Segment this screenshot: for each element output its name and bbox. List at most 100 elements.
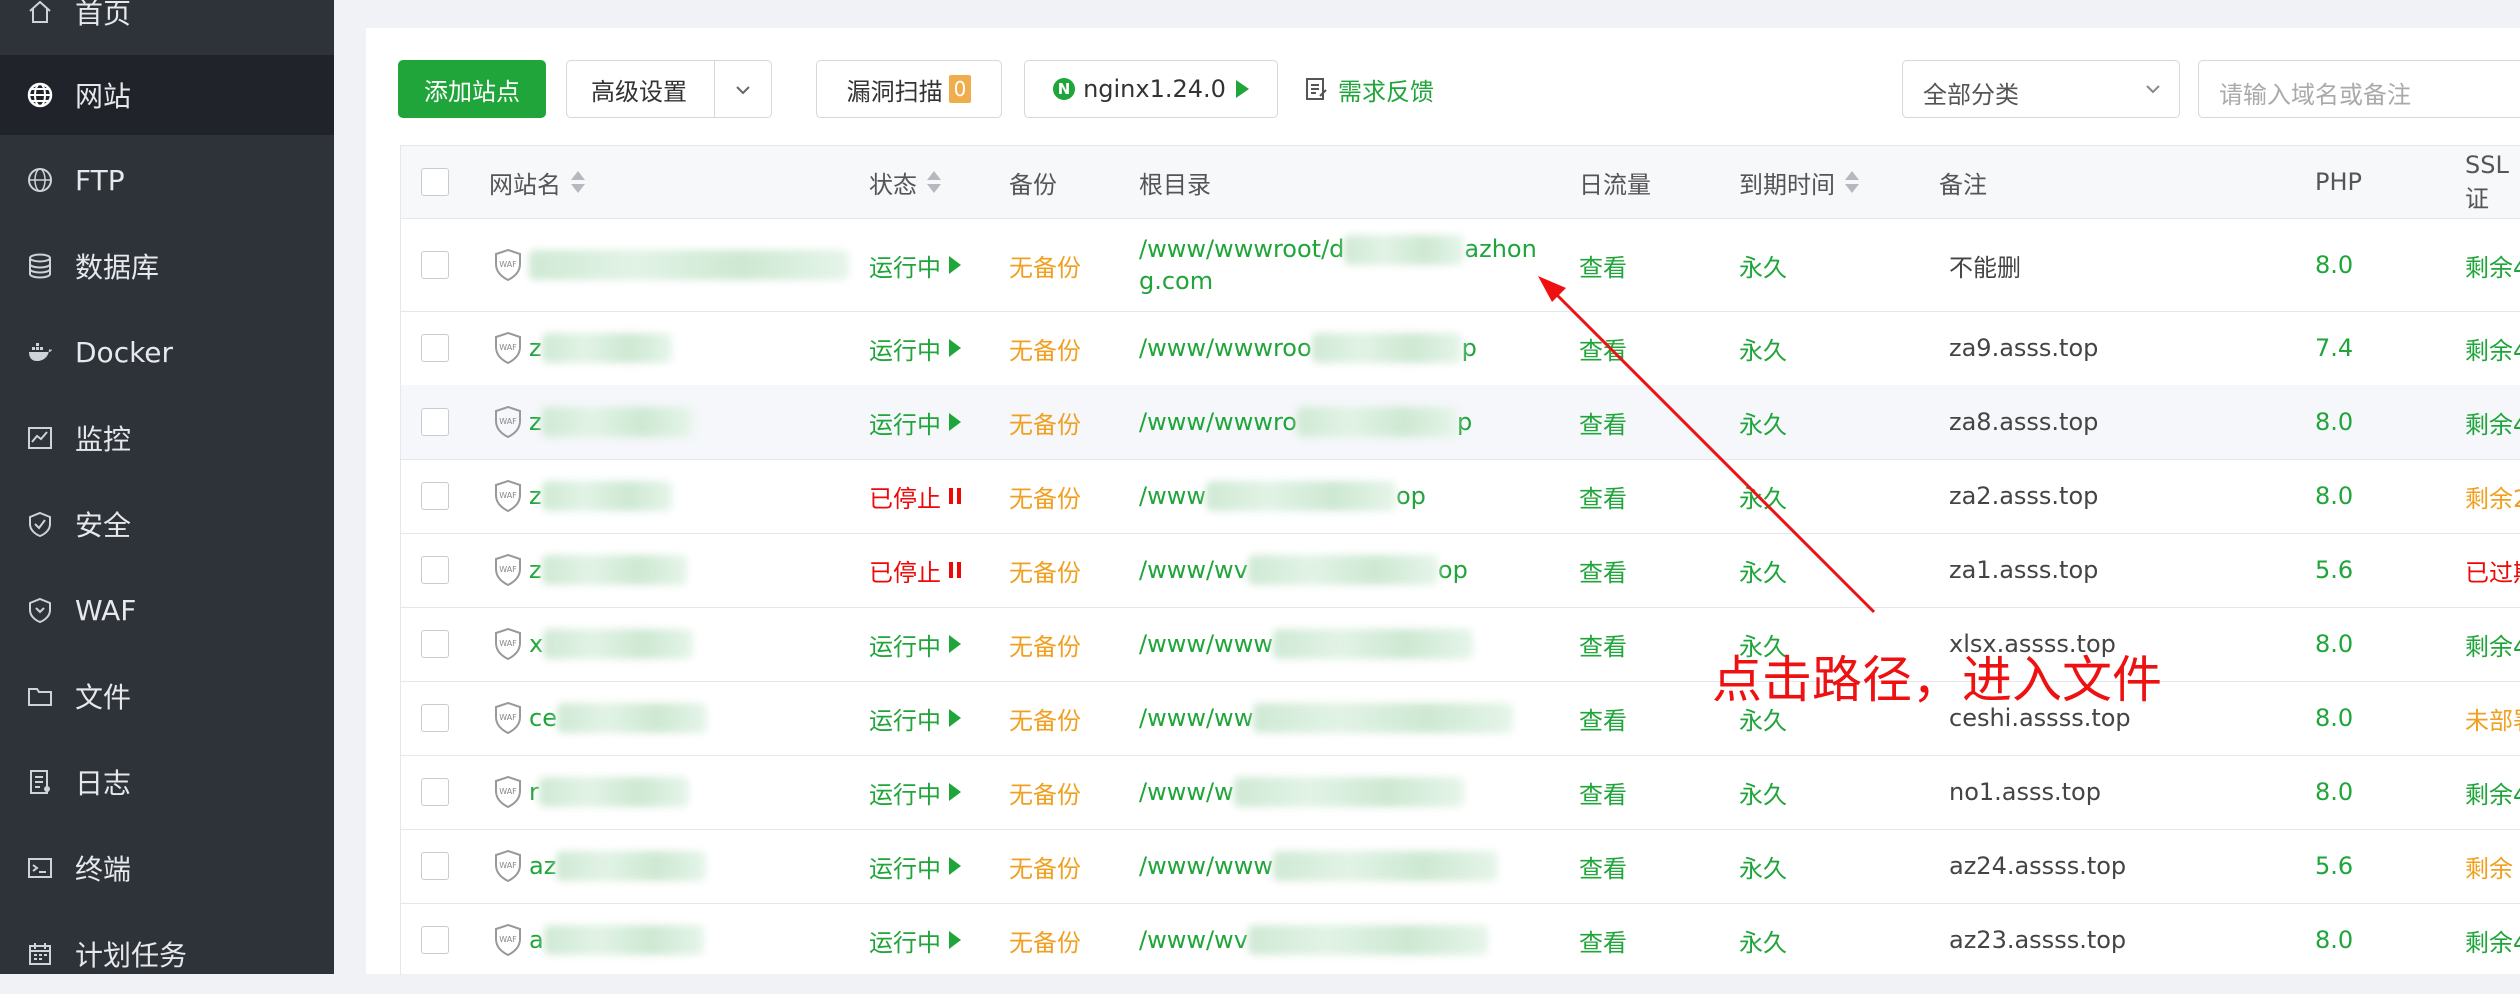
status-toggle[interactable]: 已停止 [869, 533, 961, 607]
root-path-link[interactable]: /www/www [1139, 607, 1473, 681]
sidebar-item-11[interactable]: 计划任务 [0, 914, 334, 994]
expire-link[interactable]: 永久 [1739, 459, 1787, 533]
chevron-down-icon[interactable] [729, 76, 757, 104]
traffic-link[interactable]: 查看 [1579, 681, 1627, 755]
sidebar-item-9[interactable]: 日志 [0, 742, 334, 822]
expire-link[interactable]: 永久 [1739, 385, 1787, 459]
backup-link[interactable]: 无备份 [1009, 311, 1081, 385]
sidebar-item-2[interactable]: FTP [0, 140, 334, 220]
traffic-link[interactable]: 查看 [1579, 311, 1627, 385]
status-toggle[interactable]: 运行中 [869, 903, 961, 975]
note-field[interactable]: 不能删 [1949, 219, 2021, 311]
site-name-link[interactable]: x [529, 607, 694, 681]
root-path-link[interactable]: /www/ww [1139, 681, 1514, 755]
feedback-link[interactable]: 需求反馈 [1304, 60, 1434, 118]
php-version-link[interactable]: 8.0 [2315, 607, 2353, 681]
site-name-link[interactable] [529, 219, 849, 311]
expire-link[interactable]: 永久 [1739, 533, 1787, 607]
sidebar-item-0[interactable]: 首页 [0, 0, 334, 52]
vuln-scan-button[interactable]: 漏洞扫描 0 [816, 60, 1002, 118]
expire-link[interactable]: 永久 [1739, 829, 1787, 903]
site-name-link[interactable]: z [529, 385, 692, 459]
expire-link[interactable]: 永久 [1739, 219, 1787, 311]
expire-link[interactable]: 永久 [1739, 311, 1787, 385]
backup-link[interactable]: 无备份 [1009, 219, 1081, 311]
traffic-link[interactable]: 查看 [1579, 459, 1627, 533]
backup-link[interactable]: 无备份 [1009, 607, 1081, 681]
php-version-link[interactable]: 8.0 [2315, 903, 2353, 975]
sidebar-item-10[interactable]: 终端 [0, 828, 334, 908]
site-name-link[interactable]: z [529, 533, 687, 607]
expire-link[interactable]: 永久 [1739, 755, 1787, 829]
php-version-link[interactable]: 8.0 [2315, 219, 2353, 311]
sidebar-item-6[interactable]: 安全 [0, 484, 334, 564]
site-name-link[interactable]: a [529, 903, 704, 975]
traffic-link[interactable]: 查看 [1579, 903, 1627, 975]
ssl-status-link[interactable]: 剩余4 [2465, 755, 2520, 829]
sidebar-item-3[interactable]: 数据库 [0, 226, 334, 306]
site-name-link[interactable]: z [529, 311, 672, 385]
backup-link[interactable]: 无备份 [1009, 681, 1081, 755]
site-name-link[interactable]: ce [529, 681, 707, 755]
traffic-link[interactable]: 查看 [1579, 607, 1627, 681]
ssl-status-link[interactable]: 剩余4 [2465, 385, 2520, 459]
backup-link[interactable]: 无备份 [1009, 903, 1081, 975]
note-field[interactable]: za9.asss.top [1949, 311, 2098, 385]
backup-link[interactable]: 无备份 [1009, 385, 1081, 459]
php-version-link[interactable]: 7.4 [2315, 311, 2353, 385]
row-checkbox[interactable] [421, 852, 449, 880]
traffic-link[interactable]: 查看 [1579, 755, 1627, 829]
sidebar-item-1[interactable]: 网站 [0, 55, 334, 135]
category-select[interactable]: 全部分类 [1902, 60, 2180, 118]
backup-link[interactable]: 无备份 [1009, 533, 1081, 607]
backup-link[interactable]: 无备份 [1009, 459, 1081, 533]
note-field[interactable]: za1.asss.top [1949, 533, 2098, 607]
php-version-link[interactable]: 8.0 [2315, 385, 2353, 459]
site-name-link[interactable]: z [529, 459, 672, 533]
ssl-status-link[interactable]: 剩余4 [2465, 607, 2520, 681]
php-version-link[interactable]: 8.0 [2315, 459, 2353, 533]
header-status[interactable]: 状态 [869, 146, 941, 218]
ssl-status-link[interactable]: 剩余4 [2465, 219, 2520, 311]
ssl-status-link[interactable]: 剩余4 [2465, 311, 2520, 385]
expire-link[interactable]: 永久 [1739, 903, 1787, 975]
row-checkbox[interactable] [421, 926, 449, 954]
ssl-status-link[interactable]: 剩余4 [2465, 903, 2520, 975]
row-checkbox[interactable] [421, 482, 449, 510]
ssl-status-link[interactable]: 剩余 [2465, 829, 2513, 903]
sidebar-item-7[interactable]: WAF [0, 570, 334, 650]
status-toggle[interactable]: 运行中 [869, 755, 961, 829]
ssl-status-link[interactable]: 剩余2 [2465, 459, 2520, 533]
ssl-status-link[interactable]: 未部署 [2465, 681, 2520, 755]
backup-link[interactable]: 无备份 [1009, 829, 1081, 903]
row-checkbox[interactable] [421, 630, 449, 658]
backup-link[interactable]: 无备份 [1009, 755, 1081, 829]
add-site-button[interactable]: 添加站点 [398, 60, 546, 118]
note-field[interactable]: za8.asss.top [1949, 385, 2098, 459]
sidebar-item-4[interactable]: Docker [0, 312, 334, 392]
row-checkbox[interactable] [421, 408, 449, 436]
root-path-link[interactable]: /www op [1139, 459, 1426, 533]
traffic-link[interactable]: 查看 [1579, 385, 1627, 459]
sidebar-item-8[interactable]: 文件 [0, 656, 334, 736]
status-toggle[interactable]: 运行中 [869, 681, 961, 755]
php-version-link[interactable]: 5.6 [2315, 829, 2353, 903]
note-field[interactable]: za2.asss.top [1949, 459, 2098, 533]
row-checkbox[interactable] [421, 334, 449, 362]
root-path-link[interactable]: /www/wwwroot/d azhon g.com [1139, 219, 1537, 311]
root-path-link[interactable]: /www/wv op [1139, 533, 1468, 607]
root-path-link[interactable]: /www/wwwro p [1139, 385, 1472, 459]
php-version-link[interactable]: 8.0 [2315, 755, 2353, 829]
root-path-link[interactable]: /www/wv [1139, 903, 1488, 975]
root-path-link[interactable]: /www/w [1139, 755, 1464, 829]
site-name-link[interactable]: az [529, 829, 707, 903]
header-name[interactable]: 网站名 [489, 146, 585, 218]
status-toggle[interactable]: 运行中 [869, 311, 961, 385]
search-input[interactable]: 请输入域名或备注 [2198, 60, 2520, 118]
row-checkbox[interactable] [421, 704, 449, 732]
root-path-link[interactable]: /www/www [1139, 829, 1498, 903]
ssl-status-link[interactable]: 已过期 [2465, 533, 2520, 607]
note-field[interactable]: az23.assss.top [1949, 903, 2126, 975]
php-version-link[interactable]: 8.0 [2315, 681, 2353, 755]
status-toggle[interactable]: 运行中 [869, 607, 961, 681]
